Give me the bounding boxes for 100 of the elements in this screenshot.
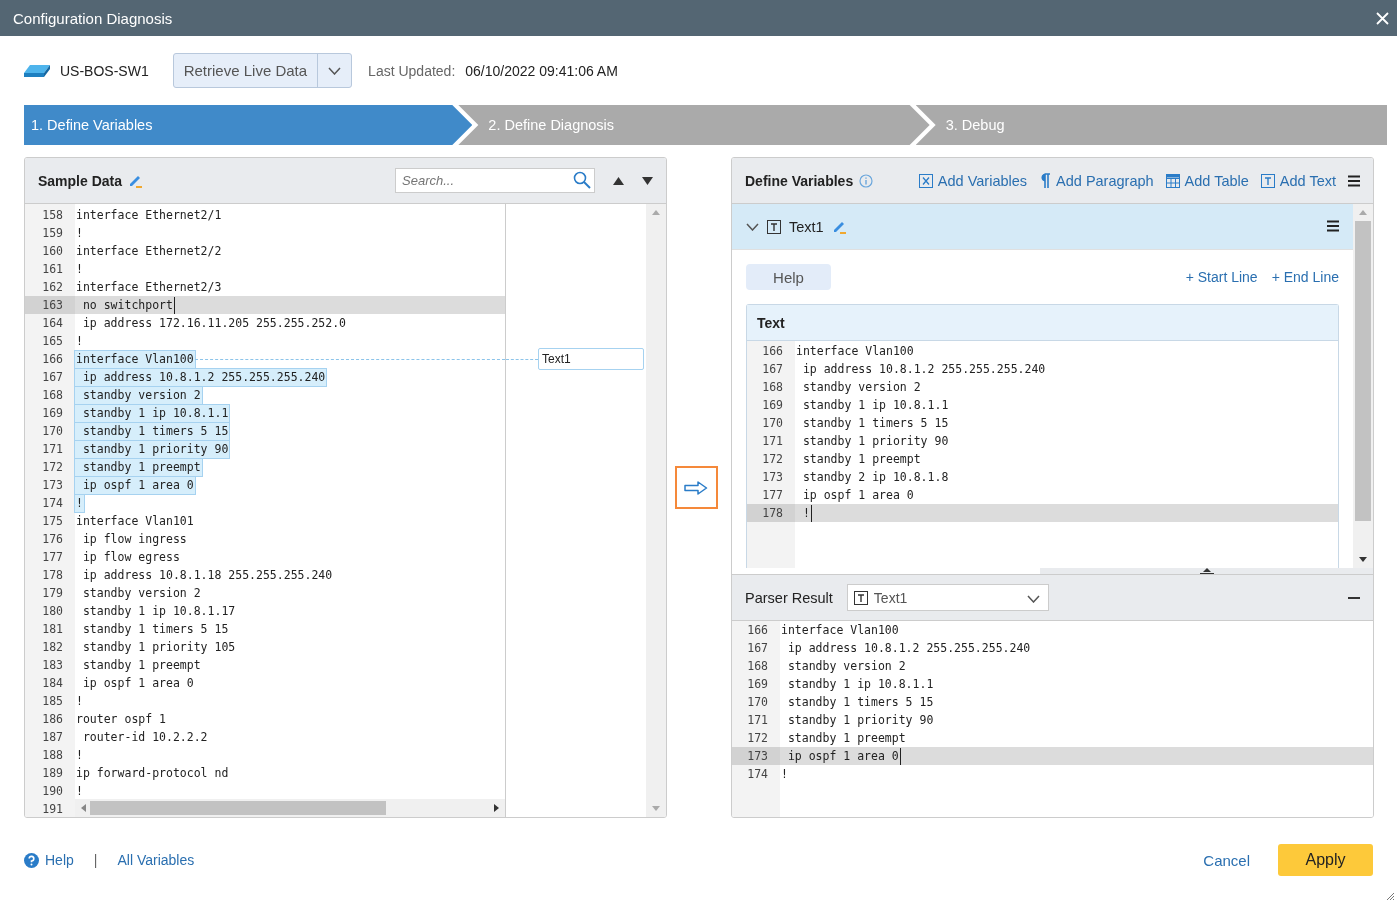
- line-number: 174: [41, 495, 64, 512]
- line-number: 172: [746, 730, 769, 747]
- scroll-down-icon[interactable]: [1359, 557, 1367, 562]
- wizard-step[interactable]: 1. Define Variables: [24, 105, 473, 145]
- scroll-left-icon[interactable]: [81, 804, 86, 812]
- retrieve-split-button[interactable]: Retrieve Live Data: [172, 53, 353, 88]
- code-text: standby 1 timers 5 15: [801, 414, 950, 432]
- code-text: no switchport: [75, 296, 505, 314]
- code-text: standby 1 timers 5 15: [81, 620, 230, 638]
- code-text: interface Vlan100: [75, 350, 195, 368]
- panel-title: Define Variables: [745, 172, 854, 189]
- chevron-down-icon: [1026, 594, 1040, 603]
- line-number: 188: [41, 747, 64, 764]
- line-number: 178: [747, 504, 795, 522]
- minimize-icon[interactable]: [1348, 596, 1360, 599]
- line-number: 185: [41, 693, 64, 710]
- text-box-icon: [767, 219, 781, 234]
- line-number: 171: [746, 712, 769, 729]
- line-number: 162: [41, 279, 64, 296]
- previous-icon[interactable]: [613, 176, 624, 185]
- add-action-button[interactable]: Add Table: [1165, 172, 1249, 189]
- menu-icon[interactable]: [1348, 174, 1360, 187]
- variable-header[interactable]: Text1: [732, 204, 1353, 250]
- line-number: 186: [41, 711, 64, 728]
- scroll-up-icon[interactable]: [1359, 210, 1367, 215]
- code-text: ip ospf 1 area 0: [75, 476, 505, 494]
- add-action-button[interactable]: Add Text: [1260, 172, 1336, 189]
- horizontal-scrollbar[interactable]: [75, 799, 505, 817]
- next-icon[interactable]: [642, 176, 653, 185]
- code-text: !: [75, 260, 84, 278]
- line-number: 182: [41, 639, 64, 656]
- line-number: 168: [761, 379, 784, 396]
- last-updated-label: Last Updated:: [368, 62, 456, 79]
- line-number: 168: [746, 658, 769, 675]
- scroll-right-icon[interactable]: [494, 804, 499, 812]
- scroll-up-icon[interactable]: [652, 210, 660, 215]
- code-text: ip ospf 1 area 0: [81, 674, 195, 692]
- transfer-button[interactable]: [674, 466, 718, 509]
- code-text: ip address 172.16.11.205 255.255.252.0: [81, 314, 348, 332]
- text-box-title: Text: [757, 314, 785, 331]
- close-icon[interactable]: [1376, 11, 1389, 25]
- code-text: standby 1 priority 90: [75, 440, 505, 458]
- search-icon: [573, 171, 591, 189]
- line-number: 163: [25, 296, 75, 314]
- line-number: 158: [41, 207, 64, 224]
- code-text: interface Ethernet2/2: [75, 242, 223, 260]
- code-text: standby version 2: [786, 657, 907, 675]
- code-text: ip flow ingress: [81, 530, 188, 548]
- vertical-scrollbar[interactable]: [1353, 204, 1373, 568]
- code-text: interface Ethernet2/1: [75, 206, 223, 224]
- panel-title: Sample Data: [38, 172, 123, 189]
- last-updated-value: 06/10/2022 09:41:06 AM: [465, 62, 618, 79]
- line-number: 171: [761, 433, 784, 450]
- all-variables-link[interactable]: All Variables: [117, 852, 195, 868]
- apply-button[interactable]: Apply: [1278, 844, 1373, 876]
- line-number: 173: [732, 747, 780, 765]
- pilcrow-icon: [1039, 173, 1052, 188]
- line-number: 166: [761, 343, 784, 360]
- help-link[interactable]: Help: [24, 852, 74, 868]
- text-box-icon: [853, 590, 868, 605]
- code-text: standby version 2: [81, 584, 202, 602]
- code-text: interface Vlan100: [780, 621, 900, 639]
- help-button[interactable]: Help: [746, 264, 831, 290]
- code-text: standby 1 ip 10.8.1.1: [801, 396, 950, 414]
- code-text: standby 1 preempt: [81, 656, 202, 674]
- search-field[interactable]: Search...: [395, 168, 595, 193]
- code-text: ip address 10.8.1.18 255.255.255.240: [81, 566, 334, 584]
- help-icon: [24, 852, 39, 868]
- collapse-up-icon[interactable]: [1199, 568, 1214, 574]
- code-text: standby 1 priority 90: [801, 432, 950, 450]
- code-text: ip address 10.8.1.2 255.255.255.240: [801, 360, 1047, 378]
- code-text: !: [75, 746, 84, 764]
- code-text: ip address 10.8.1.2 255.255.255.240: [786, 639, 1032, 657]
- add-action-button[interactable]: Add Variables: [918, 172, 1028, 189]
- code-text: !: [75, 782, 84, 800]
- code-text: standby 1 timers 5 15: [75, 422, 505, 440]
- line-number: 173: [41, 477, 64, 494]
- info-icon[interactable]: [859, 173, 874, 188]
- menu-icon[interactable]: [1327, 219, 1339, 232]
- line-number: 169: [41, 405, 64, 422]
- pencil-icon[interactable]: [831, 219, 847, 234]
- cancel-button[interactable]: Cancel: [1197, 850, 1256, 870]
- variable-select[interactable]: Text1: [846, 584, 1049, 611]
- variable-tag[interactable]: Text1: [538, 348, 644, 370]
- switch-icon: [24, 63, 50, 78]
- chevron-down-icon: [746, 222, 759, 231]
- code-text: ip ospf 1 area 0: [780, 747, 1373, 765]
- code-text: !: [75, 692, 84, 710]
- retrieve-live-data-button[interactable]: Retrieve Live Data: [173, 54, 318, 87]
- code-text: standby 1 priority 90: [786, 711, 935, 729]
- line-number: 170: [761, 415, 784, 432]
- pencil-icon[interactable]: [128, 173, 144, 188]
- add-action-button[interactable]: Add Paragraph: [1039, 172, 1154, 189]
- code-text: !: [75, 224, 84, 242]
- arrow-right-icon: [684, 480, 708, 495]
- resize-grip-icon[interactable]: [1386, 892, 1395, 901]
- vertical-scrollbar[interactable]: [646, 204, 666, 817]
- start-line-link[interactable]: + Start Line: [1185, 269, 1258, 285]
- end-line-link[interactable]: + End Line: [1271, 269, 1339, 285]
- line-number: 183: [41, 657, 64, 674]
